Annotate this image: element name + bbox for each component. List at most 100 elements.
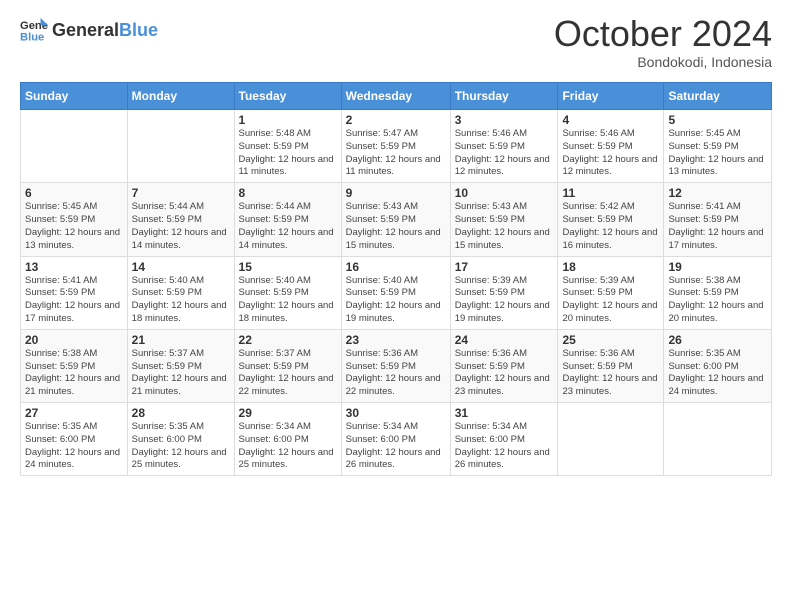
calendar-cell: 19Sunrise: 5:38 AM Sunset: 5:59 PM Dayli… xyxy=(664,256,772,329)
day-info: Sunrise: 5:39 AM Sunset: 5:59 PM Dayligh… xyxy=(455,275,554,326)
day-info: Sunrise: 5:37 AM Sunset: 5:59 PM Dayligh… xyxy=(239,348,337,399)
header: General Blue GeneralBlue October 2024 Bo… xyxy=(20,16,772,70)
day-info: Sunrise: 5:35 AM Sunset: 6:00 PM Dayligh… xyxy=(668,348,767,399)
calendar-cell: 2Sunrise: 5:47 AM Sunset: 5:59 PM Daylig… xyxy=(341,110,450,183)
day-header-saturday: Saturday xyxy=(664,83,772,110)
day-number: 6 xyxy=(25,186,123,200)
calendar-cell: 5Sunrise: 5:45 AM Sunset: 5:59 PM Daylig… xyxy=(664,110,772,183)
calendar-table: SundayMondayTuesdayWednesdayThursdayFrid… xyxy=(20,82,772,476)
location: Bondokodi, Indonesia xyxy=(554,54,772,70)
calendar-cell: 8Sunrise: 5:44 AM Sunset: 5:59 PM Daylig… xyxy=(234,183,341,256)
calendar-cell: 14Sunrise: 5:40 AM Sunset: 5:59 PM Dayli… xyxy=(127,256,234,329)
calendar-cell: 31Sunrise: 5:34 AM Sunset: 6:00 PM Dayli… xyxy=(450,403,558,476)
logo-blue: Blue xyxy=(119,20,158,40)
day-header-friday: Friday xyxy=(558,83,664,110)
calendar-cell: 13Sunrise: 5:41 AM Sunset: 5:59 PM Dayli… xyxy=(21,256,128,329)
month-title: October 2024 xyxy=(554,16,772,52)
calendar-cell: 29Sunrise: 5:34 AM Sunset: 6:00 PM Dayli… xyxy=(234,403,341,476)
calendar-cell: 26Sunrise: 5:35 AM Sunset: 6:00 PM Dayli… xyxy=(664,329,772,402)
day-info: Sunrise: 5:40 AM Sunset: 5:59 PM Dayligh… xyxy=(239,275,337,326)
day-info: Sunrise: 5:41 AM Sunset: 5:59 PM Dayligh… xyxy=(668,201,767,252)
day-header-sunday: Sunday xyxy=(21,83,128,110)
day-number: 8 xyxy=(239,186,337,200)
day-number: 25 xyxy=(562,333,659,347)
day-number: 11 xyxy=(562,186,659,200)
calendar-cell: 12Sunrise: 5:41 AM Sunset: 5:59 PM Dayli… xyxy=(664,183,772,256)
day-info: Sunrise: 5:47 AM Sunset: 5:59 PM Dayligh… xyxy=(346,128,446,179)
day-number: 18 xyxy=(562,260,659,274)
calendar-cell: 21Sunrise: 5:37 AM Sunset: 5:59 PM Dayli… xyxy=(127,329,234,402)
day-info: Sunrise: 5:40 AM Sunset: 5:59 PM Dayligh… xyxy=(346,275,446,326)
calendar-header-row: SundayMondayTuesdayWednesdayThursdayFrid… xyxy=(21,83,772,110)
day-number: 7 xyxy=(132,186,230,200)
calendar-cell: 18Sunrise: 5:39 AM Sunset: 5:59 PM Dayli… xyxy=(558,256,664,329)
calendar-cell: 4Sunrise: 5:46 AM Sunset: 5:59 PM Daylig… xyxy=(558,110,664,183)
day-number: 9 xyxy=(346,186,446,200)
day-info: Sunrise: 5:35 AM Sunset: 6:00 PM Dayligh… xyxy=(25,421,123,472)
day-number: 13 xyxy=(25,260,123,274)
calendar-cell: 15Sunrise: 5:40 AM Sunset: 5:59 PM Dayli… xyxy=(234,256,341,329)
calendar-cell: 25Sunrise: 5:36 AM Sunset: 5:59 PM Dayli… xyxy=(558,329,664,402)
day-number: 17 xyxy=(455,260,554,274)
day-header-wednesday: Wednesday xyxy=(341,83,450,110)
day-info: Sunrise: 5:45 AM Sunset: 5:59 PM Dayligh… xyxy=(25,201,123,252)
day-number: 21 xyxy=(132,333,230,347)
calendar-week-1: 1Sunrise: 5:48 AM Sunset: 5:59 PM Daylig… xyxy=(21,110,772,183)
day-info: Sunrise: 5:46 AM Sunset: 5:59 PM Dayligh… xyxy=(455,128,554,179)
calendar-cell: 16Sunrise: 5:40 AM Sunset: 5:59 PM Dayli… xyxy=(341,256,450,329)
svg-text:Blue: Blue xyxy=(20,31,44,43)
calendar-cell: 22Sunrise: 5:37 AM Sunset: 5:59 PM Dayli… xyxy=(234,329,341,402)
day-info: Sunrise: 5:42 AM Sunset: 5:59 PM Dayligh… xyxy=(562,201,659,252)
calendar-week-5: 27Sunrise: 5:35 AM Sunset: 6:00 PM Dayli… xyxy=(21,403,772,476)
logo-wordmark: GeneralBlue xyxy=(52,20,158,41)
day-number: 29 xyxy=(239,406,337,420)
day-info: Sunrise: 5:37 AM Sunset: 5:59 PM Dayligh… xyxy=(132,348,230,399)
day-info: Sunrise: 5:39 AM Sunset: 5:59 PM Dayligh… xyxy=(562,275,659,326)
day-number: 16 xyxy=(346,260,446,274)
day-number: 20 xyxy=(25,333,123,347)
day-number: 1 xyxy=(239,113,337,127)
title-block: October 2024 Bondokodi, Indonesia xyxy=(554,16,772,70)
calendar-cell: 7Sunrise: 5:44 AM Sunset: 5:59 PM Daylig… xyxy=(127,183,234,256)
day-info: Sunrise: 5:43 AM Sunset: 5:59 PM Dayligh… xyxy=(346,201,446,252)
day-number: 19 xyxy=(668,260,767,274)
logo: General Blue GeneralBlue xyxy=(20,16,158,44)
day-info: Sunrise: 5:38 AM Sunset: 5:59 PM Dayligh… xyxy=(25,348,123,399)
calendar-cell: 10Sunrise: 5:43 AM Sunset: 5:59 PM Dayli… xyxy=(450,183,558,256)
calendar-cell: 23Sunrise: 5:36 AM Sunset: 5:59 PM Dayli… xyxy=(341,329,450,402)
calendar-cell xyxy=(664,403,772,476)
day-number: 3 xyxy=(455,113,554,127)
calendar-week-2: 6Sunrise: 5:45 AM Sunset: 5:59 PM Daylig… xyxy=(21,183,772,256)
calendar-cell: 30Sunrise: 5:34 AM Sunset: 6:00 PM Dayli… xyxy=(341,403,450,476)
day-number: 12 xyxy=(668,186,767,200)
day-info: Sunrise: 5:34 AM Sunset: 6:00 PM Dayligh… xyxy=(239,421,337,472)
logo-icon: General Blue xyxy=(20,16,48,44)
calendar-cell xyxy=(558,403,664,476)
calendar-cell xyxy=(127,110,234,183)
day-info: Sunrise: 5:36 AM Sunset: 5:59 PM Dayligh… xyxy=(562,348,659,399)
calendar-cell: 1Sunrise: 5:48 AM Sunset: 5:59 PM Daylig… xyxy=(234,110,341,183)
calendar-cell: 20Sunrise: 5:38 AM Sunset: 5:59 PM Dayli… xyxy=(21,329,128,402)
day-info: Sunrise: 5:38 AM Sunset: 5:59 PM Dayligh… xyxy=(668,275,767,326)
calendar-cell: 27Sunrise: 5:35 AM Sunset: 6:00 PM Dayli… xyxy=(21,403,128,476)
day-info: Sunrise: 5:41 AM Sunset: 5:59 PM Dayligh… xyxy=(25,275,123,326)
calendar-cell: 9Sunrise: 5:43 AM Sunset: 5:59 PM Daylig… xyxy=(341,183,450,256)
day-header-thursday: Thursday xyxy=(450,83,558,110)
day-header-tuesday: Tuesday xyxy=(234,83,341,110)
calendar-cell: 24Sunrise: 5:36 AM Sunset: 5:59 PM Dayli… xyxy=(450,329,558,402)
day-number: 23 xyxy=(346,333,446,347)
calendar-cell xyxy=(21,110,128,183)
page-container: General Blue GeneralBlue October 2024 Bo… xyxy=(0,0,792,486)
calendar-cell: 17Sunrise: 5:39 AM Sunset: 5:59 PM Dayli… xyxy=(450,256,558,329)
day-number: 22 xyxy=(239,333,337,347)
day-number: 28 xyxy=(132,406,230,420)
day-number: 30 xyxy=(346,406,446,420)
day-number: 24 xyxy=(455,333,554,347)
calendar-cell: 28Sunrise: 5:35 AM Sunset: 6:00 PM Dayli… xyxy=(127,403,234,476)
day-info: Sunrise: 5:34 AM Sunset: 6:00 PM Dayligh… xyxy=(455,421,554,472)
day-info: Sunrise: 5:48 AM Sunset: 5:59 PM Dayligh… xyxy=(239,128,337,179)
day-info: Sunrise: 5:36 AM Sunset: 5:59 PM Dayligh… xyxy=(346,348,446,399)
day-info: Sunrise: 5:40 AM Sunset: 5:59 PM Dayligh… xyxy=(132,275,230,326)
logo-general: General xyxy=(52,20,119,40)
day-number: 27 xyxy=(25,406,123,420)
